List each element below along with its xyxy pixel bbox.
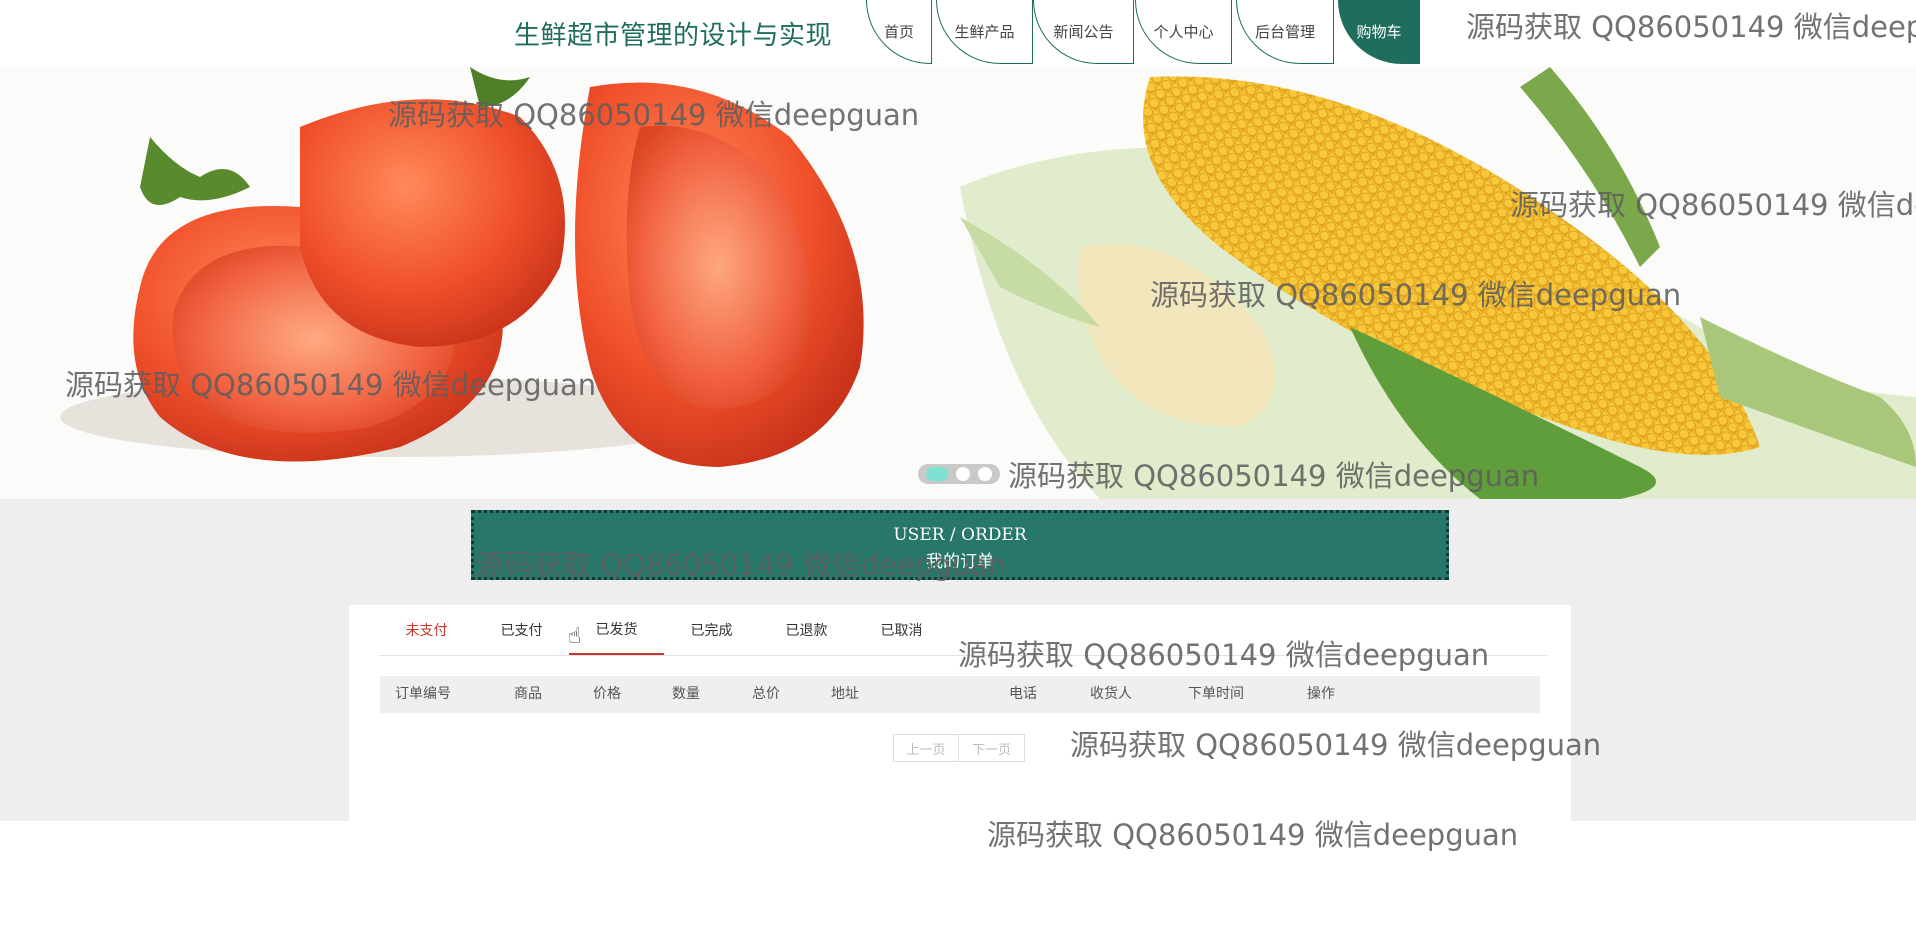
col-order-no: 订单编号	[395, 686, 451, 702]
tab-refunded[interactable]: 已退款	[759, 605, 854, 655]
order-tabs: 未支付 已支付 已发货 已完成 已退款 已取消	[379, 605, 1547, 656]
order-table-header: 订单编号 商品 价格 数量 总价 地址 电话 收货人 下单时间 操作	[380, 676, 1540, 713]
tab-unpaid[interactable]: 未支付	[379, 605, 474, 655]
top-header: 生鲜超市管理的设计与实现 首页 生鲜产品 新闻公告 个人中心 后台管理 购物车	[0, 0, 1916, 67]
site-title: 生鲜超市管理的设计与实现	[514, 21, 833, 51]
nav-products[interactable]: 生鲜产品	[936, 0, 1033, 64]
order-title-en: USER / ORDER	[893, 525, 1027, 545]
nav-news[interactable]: 新闻公告	[1033, 0, 1134, 64]
col-price: 价格	[593, 686, 621, 702]
tab-completed[interactable]: 已完成	[664, 605, 759, 655]
carousel-dot-3[interactable]	[978, 467, 992, 481]
col-phone: 电话	[1009, 686, 1037, 702]
nav-personal-center[interactable]: 个人中心	[1135, 0, 1232, 64]
col-actions: 操作	[1307, 686, 1335, 702]
nav-cart[interactable]: 购物车	[1338, 0, 1420, 64]
order-panel: 未支付 已支付 已发货 已完成 已退款 已取消 订单编号 商品 价格 数量 总价…	[349, 605, 1571, 821]
order-title-zh: 我的订单	[926, 552, 994, 572]
carousel-dot-2[interactable]	[956, 467, 970, 481]
col-total: 总价	[752, 686, 780, 702]
nav-home[interactable]: 首页	[866, 0, 932, 64]
next-page-button[interactable]: 下一页	[959, 734, 1025, 762]
banner-image	[0, 67, 1916, 499]
tab-cancelled[interactable]: 已取消	[854, 605, 949, 655]
banner-carousel[interactable]	[0, 67, 1916, 499]
col-address: 地址	[831, 686, 859, 702]
col-quantity: 数量	[672, 686, 700, 702]
nav-admin[interactable]: 后台管理	[1236, 0, 1334, 64]
hand-cursor-icon: ☝	[568, 624, 582, 649]
tab-shipped[interactable]: 已发货	[569, 605, 664, 655]
tab-paid[interactable]: 已支付	[474, 605, 569, 655]
col-order-time: 下单时间	[1188, 686, 1244, 702]
col-product: 商品	[514, 686, 542, 702]
order-section-header: USER / ORDER 我的订单	[471, 510, 1449, 580]
prev-page-button[interactable]: 上一页	[893, 734, 959, 762]
carousel-indicator	[918, 464, 1000, 484]
carousel-dot-1[interactable]	[926, 467, 948, 481]
pagination: 上一页 下一页	[893, 734, 1025, 762]
col-receiver: 收货人	[1090, 686, 1132, 702]
